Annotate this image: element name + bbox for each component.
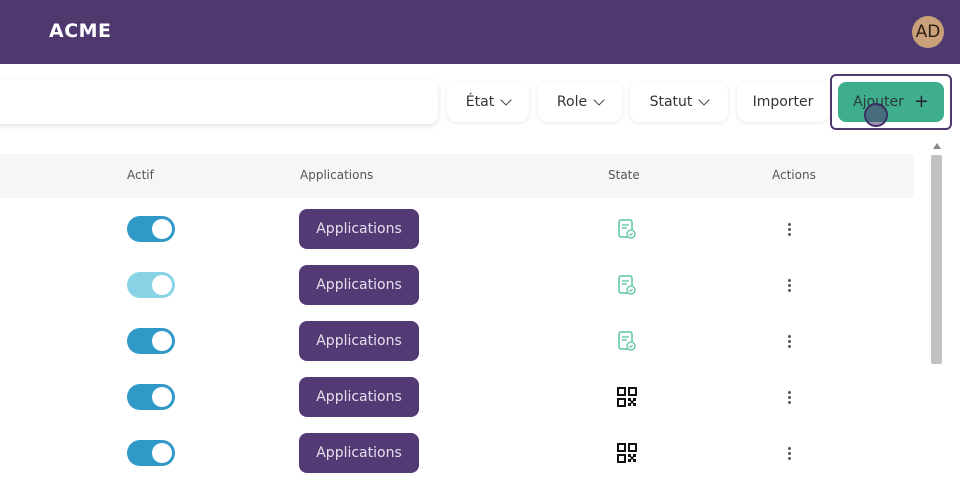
document-check-icon [618,219,636,239]
table-row: Applications [0,257,914,313]
filter-etat-label: État [465,94,495,110]
applications-button[interactable]: Applications [299,433,419,473]
row-actions-menu[interactable] [782,219,796,239]
column-header-actions: Actions [772,168,816,182]
filter-statut-dropdown[interactable]: Statut [630,82,728,122]
table-row: Applications [0,425,914,481]
document-check-icon [618,275,636,295]
filter-role-label: Role [556,94,588,110]
plus-icon: + [913,91,929,112]
table-row: Applications [0,369,914,425]
filter-role-dropdown[interactable]: Role [538,82,622,122]
qr-code-icon [617,387,637,407]
table-header: Actif Applications State Actions [0,154,914,198]
row-actions-menu[interactable] [782,275,796,295]
qr-code-icon [617,443,637,463]
column-header-state: State [608,168,640,182]
actif-toggle[interactable] [127,328,175,354]
column-header-actif: Actif [127,168,154,182]
import-button[interactable]: Importer [737,82,829,122]
scroll-up-arrow-icon[interactable] [933,143,941,149]
filter-statut-label: Statut [649,94,693,110]
document-check-icon [618,331,636,351]
applications-button[interactable]: Applications [299,321,419,361]
row-actions-menu[interactable] [782,387,796,407]
brand-logo[interactable]: ACME [49,20,112,42]
search-input[interactable] [0,80,438,124]
applications-button[interactable]: Applications [299,377,419,417]
mouse-cursor [864,103,888,127]
top-bar: ACME AD [0,0,960,64]
chevron-down-icon [698,93,711,106]
actif-toggle[interactable] [127,216,175,242]
row-actions-menu[interactable] [782,443,796,463]
add-button[interactable]: Ajouter + [838,82,944,122]
chevron-down-icon [593,93,605,106]
scrollbar-thumb[interactable] [931,155,942,364]
column-header-applications: Applications [300,168,374,182]
toolbar: État Role Statut Importer Ajouter + [0,64,960,144]
chevron-down-icon [500,93,512,106]
row-actions-menu[interactable] [782,331,796,351]
actif-toggle[interactable] [127,384,175,410]
table-row: Applications [0,313,914,369]
filter-etat-dropdown[interactable]: État [447,82,529,122]
actif-toggle[interactable] [127,440,175,466]
applications-button[interactable]: Applications [299,265,419,305]
actif-toggle[interactable] [127,272,175,298]
user-avatar[interactable]: AD [912,16,944,48]
applications-button[interactable]: Applications [299,209,419,249]
table-row: Applications [0,201,914,257]
import-label: Importer [752,94,814,110]
